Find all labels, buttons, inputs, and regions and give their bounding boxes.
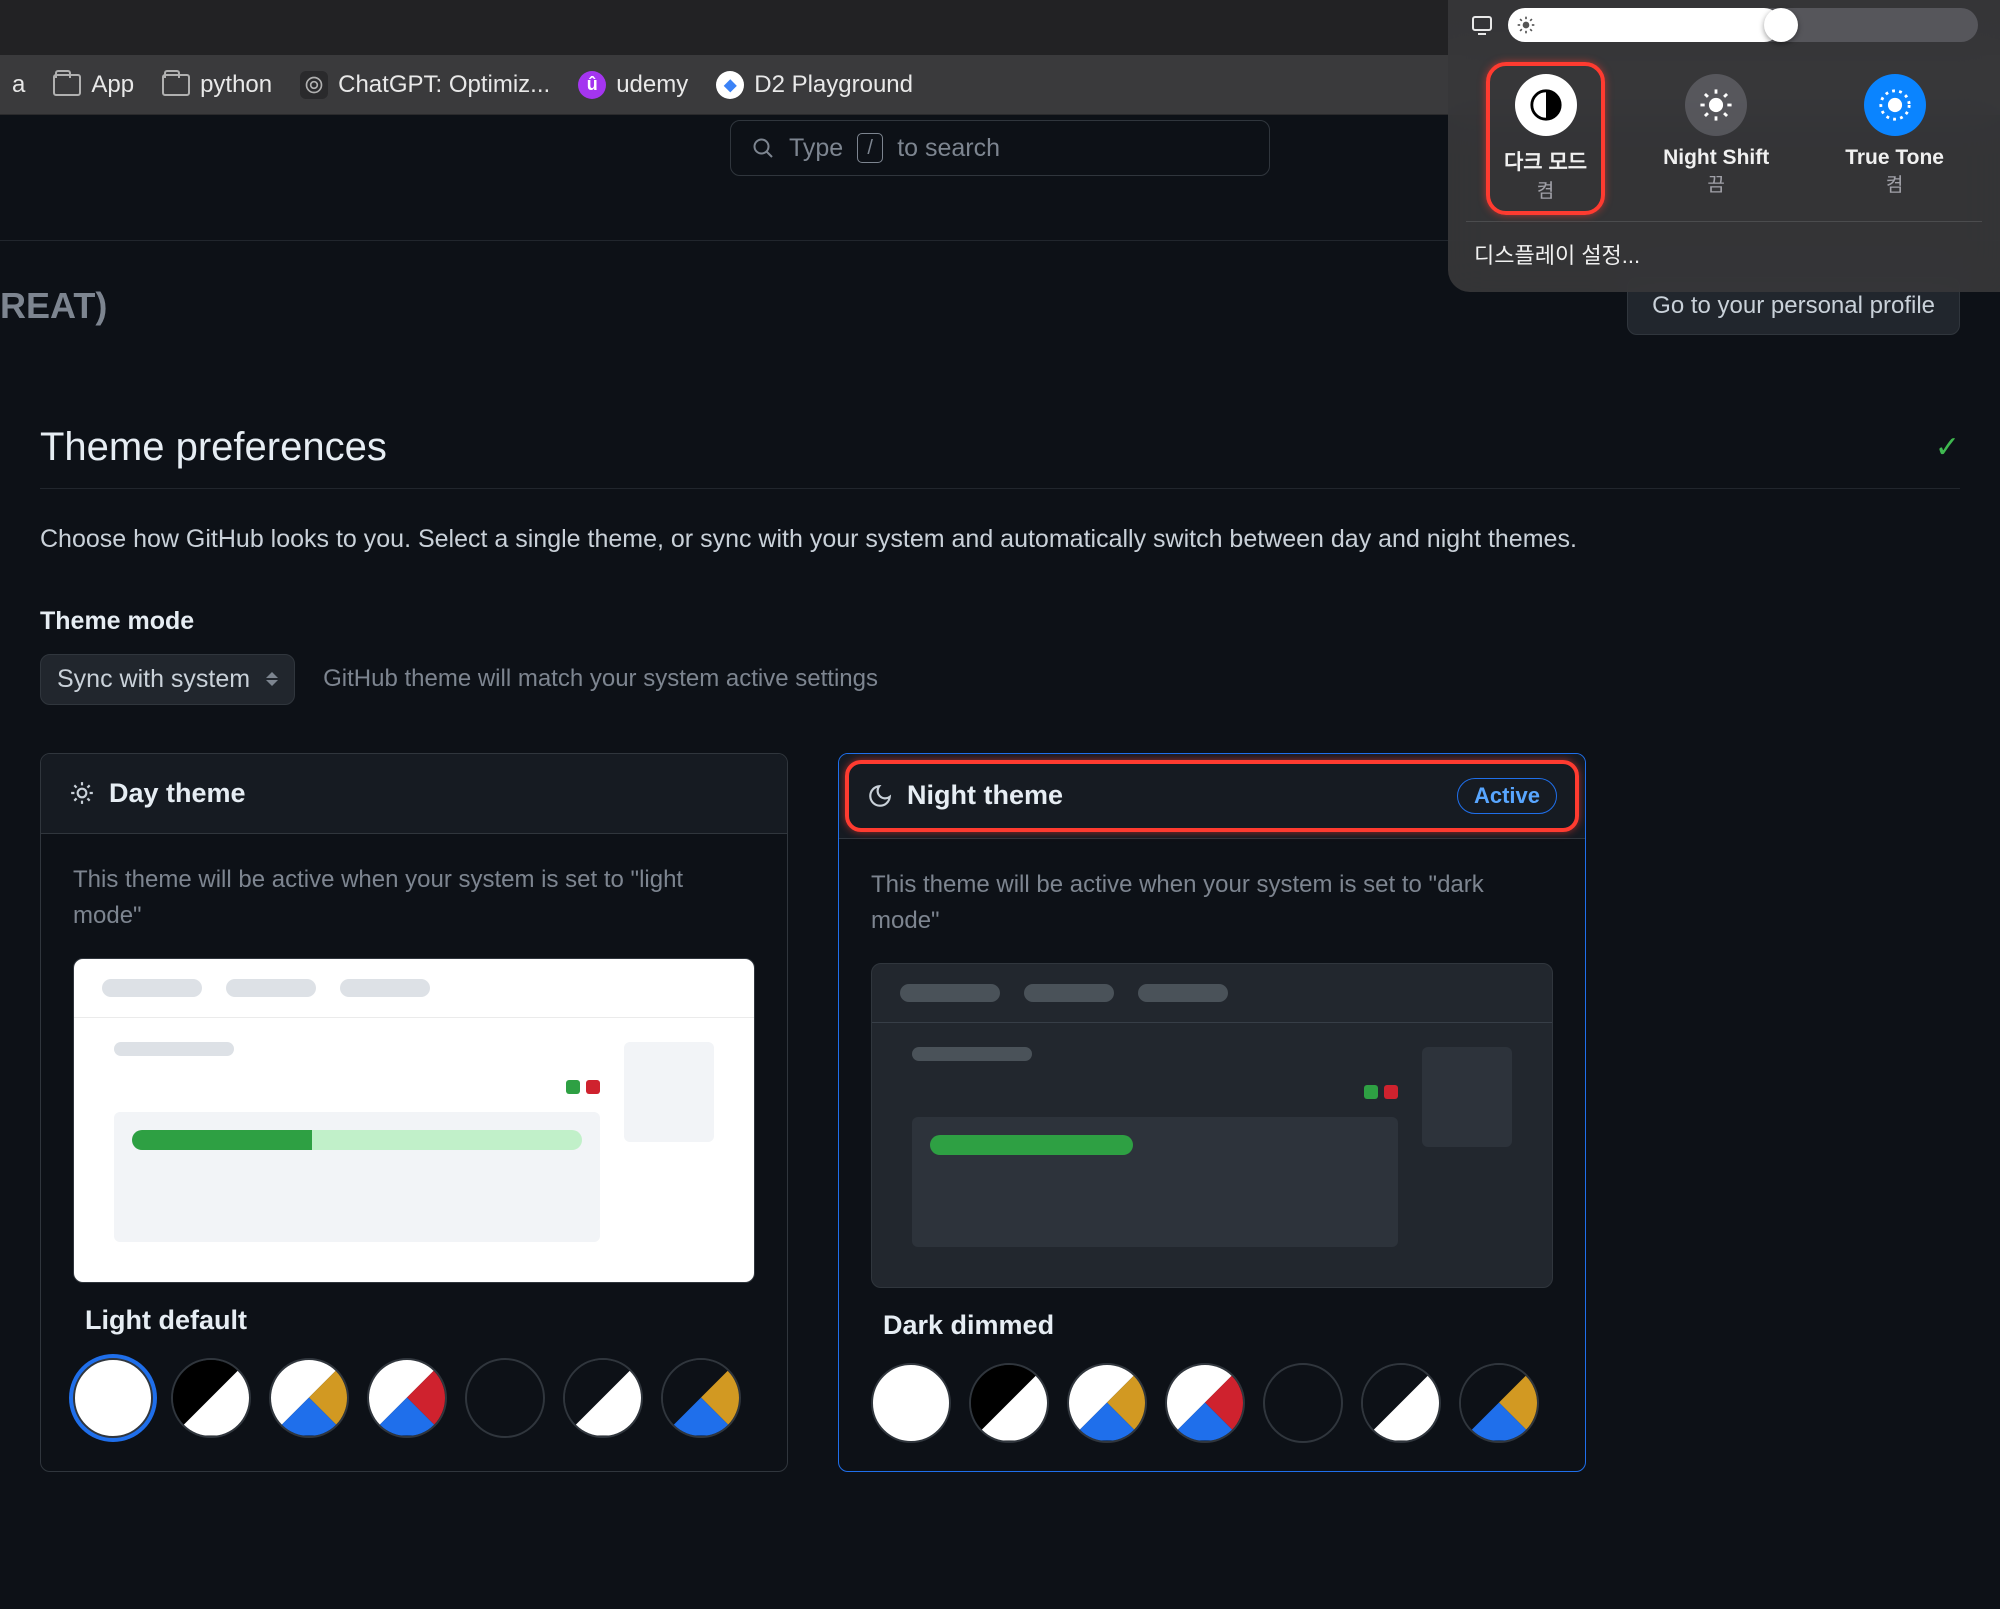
cc-dark-mode[interactable]: 다크 모드 켬 <box>1504 74 1587 203</box>
cc-night-shift[interactable]: Night Shift 끔 <box>1663 74 1769 203</box>
cc-label: 다크 모드 <box>1504 146 1587 176</box>
day-theme-description: This theme will be active when your syst… <box>73 862 755 934</box>
search-wrap: Type / to search <box>730 120 1270 176</box>
search-placeholder-prefix: Type <box>789 134 843 163</box>
night-theme-card: Night theme Active This theme will be ac… <box>838 753 1586 1472</box>
preview-dot-green <box>566 1080 580 1094</box>
sun-icon <box>69 780 95 806</box>
section-title: Theme preferences <box>40 425 387 470</box>
cc-label: Night Shift <box>1663 146 1769 170</box>
screen-mirror-icon <box>1470 13 1494 37</box>
swatch-light-high-contrast[interactable] <box>969 1363 1049 1443</box>
day-theme-preview[interactable] <box>73 958 755 1283</box>
night-theme-header: Night theme Active <box>839 754 1585 839</box>
true-tone-icon <box>1864 74 1926 136</box>
swatch-light-default[interactable] <box>871 1363 951 1443</box>
theme-mode-label: Theme mode <box>40 607 1960 636</box>
preview-pill <box>102 979 202 997</box>
cc-true-tone[interactable]: True Tone 켬 <box>1845 74 1944 203</box>
active-badge: Active <box>1457 778 1557 814</box>
preview-dot-red <box>1384 1085 1398 1099</box>
theme-mode-row: Theme mode Sync with system GitHub theme… <box>40 607 1960 705</box>
night-theme-description: This theme will be active when your syst… <box>871 867 1553 939</box>
preview-green-bar <box>930 1135 1133 1155</box>
preview-side-block <box>624 1042 714 1142</box>
day-swatch-row <box>73 1348 755 1438</box>
day-theme-header: Day theme <box>41 754 787 834</box>
swatch-light-colorblind-2[interactable] <box>1165 1363 1245 1443</box>
day-theme-name: Light default <box>73 1283 755 1348</box>
section-description: Choose how GitHub looks to you. Select a… <box>40 521 1960 559</box>
swatch-dark-default[interactable] <box>1263 1363 1343 1443</box>
section-header: Theme preferences ✓ <box>40 425 1960 489</box>
preview-pill <box>114 1042 234 1056</box>
preview-dot-red <box>586 1080 600 1094</box>
preview-pill <box>912 1047 1032 1061</box>
profile-name-partial: REAT) <box>0 285 107 327</box>
day-theme-card: Day theme This theme will be active when… <box>40 753 788 1472</box>
preview-pill <box>340 979 430 997</box>
swatch-dark-default[interactable] <box>465 1358 545 1438</box>
cc-label: True Tone <box>1845 146 1944 170</box>
night-swatch-row <box>871 1353 1553 1443</box>
swatch-light-default[interactable] <box>73 1358 153 1438</box>
night-theme-preview[interactable] <box>871 963 1553 1288</box>
cc-display-settings[interactable]: 디스플레이 설정... <box>1466 222 1982 274</box>
day-theme-title: Day theme <box>109 778 246 809</box>
preview-pill <box>226 979 316 997</box>
check-icon: ✓ <box>1935 430 1960 465</box>
cc-sub: 켬 <box>1504 176 1587 203</box>
swatch-light-colorblind-1[interactable] <box>1067 1363 1147 1443</box>
preview-side-block <box>1422 1047 1512 1147</box>
preview-dot-green <box>1364 1085 1378 1099</box>
swatch-dark-high-contrast[interactable] <box>563 1358 643 1438</box>
search-placeholder-suffix: to search <box>897 134 1000 163</box>
theme-mode-select[interactable]: Sync with system <box>40 654 295 705</box>
control-center-toggles: 다크 모드 켬 Night Shift 끔 True Tone 켬 <box>1466 56 1982 222</box>
search-slash-key: / <box>857 133 883 163</box>
brightness-slider-row <box>1466 0 1982 56</box>
search-icon <box>751 136 775 160</box>
theme-mode-hint: GitHub theme will match your system acti… <box>323 665 878 693</box>
preview-block <box>114 1112 600 1242</box>
swatch-light-high-contrast[interactable] <box>171 1358 251 1438</box>
theme-preferences-section: Theme preferences ✓ Choose how GitHub lo… <box>0 335 2000 1512</box>
swatch-dark-colorblind[interactable] <box>661 1358 741 1438</box>
macos-control-center: 다크 모드 켬 Night Shift 끔 True Tone 켬 디스플레이 … <box>1448 0 2000 292</box>
night-theme-name: Dark dimmed <box>871 1288 1553 1353</box>
swatch-light-colorblind-2[interactable] <box>367 1358 447 1438</box>
swatch-dark-colorblind[interactable] <box>1459 1363 1539 1443</box>
cc-sub: 켬 <box>1845 170 1944 197</box>
night-theme-title: Night theme <box>907 780 1063 811</box>
brightness-knob[interactable] <box>1764 8 1798 42</box>
sun-icon <box>1516 15 1536 35</box>
swatch-light-colorblind-1[interactable] <box>269 1358 349 1438</box>
preview-block <box>912 1117 1398 1247</box>
preview-pill <box>900 984 1000 1002</box>
moon-icon <box>867 783 893 809</box>
theme-grid: Day theme This theme will be active when… <box>40 753 1960 1472</box>
brightness-fill <box>1508 8 1781 42</box>
select-caret-icon <box>266 672 278 686</box>
preview-pill <box>1024 984 1114 1002</box>
night-shift-icon <box>1685 74 1747 136</box>
cc-sub: 끔 <box>1663 170 1769 197</box>
swatch-dark-high-contrast[interactable] <box>1361 1363 1441 1443</box>
dark-mode-icon <box>1515 74 1577 136</box>
theme-mode-select-value: Sync with system <box>57 665 250 694</box>
brightness-slider[interactable] <box>1508 8 1978 42</box>
preview-green-bar <box>132 1130 582 1150</box>
preview-pill <box>1138 984 1228 1002</box>
search-input[interactable]: Type / to search <box>730 120 1270 176</box>
